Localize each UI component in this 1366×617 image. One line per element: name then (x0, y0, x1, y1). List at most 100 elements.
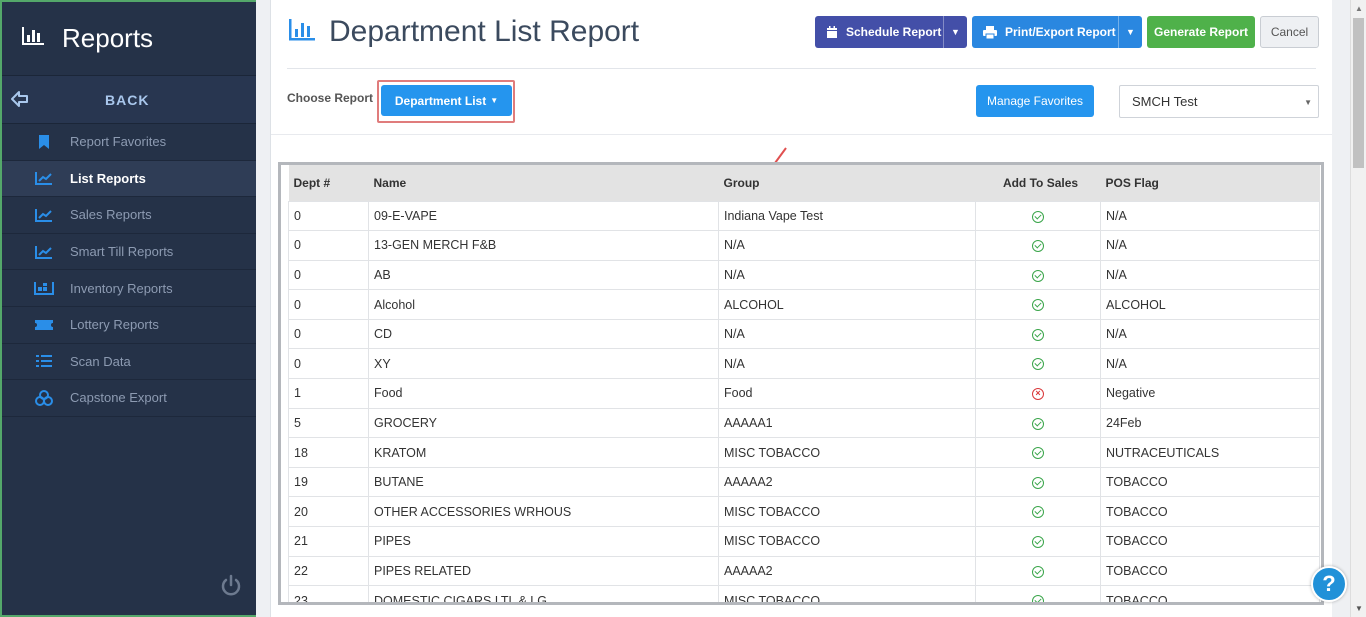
caret-down-icon: ▼ (1304, 98, 1312, 107)
column-header-pos-flag[interactable]: POS Flag (1100, 165, 1320, 201)
report-table-frame: Dept # Name Group Add To Sales POS Flag … (278, 162, 1324, 605)
schedule-report-button[interactable]: Schedule Report ▼ (815, 16, 967, 48)
print-export-button[interactable]: Print/Export Report ▼ (972, 16, 1142, 48)
cell-name: Food (368, 378, 719, 409)
sidebar-item-inventory-reports[interactable]: Inventory Reports (2, 270, 256, 307)
sidebar-item-scan-data[interactable]: Scan Data (2, 344, 256, 381)
cell-group: MISC TOBACCO (718, 496, 976, 528)
store-select[interactable]: SMCH Test ▼ (1119, 85, 1319, 118)
table-row[interactable]: 19 BUTANE AAAAA2 TOBACCO (288, 466, 1320, 498)
check-circle-icon (1032, 447, 1044, 460)
cell-name: CD (368, 318, 719, 350)
check-circle-icon (1032, 328, 1044, 341)
divider (271, 134, 1332, 135)
table-row[interactable]: 20 OTHER ACCESSORIES WRHOUS MISC TOBACCO TO… (288, 496, 1320, 528)
table-row[interactable]: 0 AB N/A N/A (288, 259, 1320, 291)
cell-group: Food (718, 378, 976, 409)
cell-dept: 5 (288, 407, 369, 439)
table-row[interactable]: 22 PIPES RELATED AAAAA2 TOBACCO (288, 555, 1320, 587)
table-row[interactable]: 23 DOMESTIC CIGARS LTL & LG MISC TOBACCO TO… (288, 585, 1320, 602)
caret-down-icon: ▼ (490, 96, 499, 105)
cell-group: N/A (718, 259, 976, 291)
scroll-up-icon[interactable]: ▲ (1355, 4, 1363, 13)
cell-dept: 0 (288, 200, 369, 232)
generate-report-button[interactable]: Generate Report (1147, 16, 1255, 48)
cell-pos-flag: TOBACCO (1100, 555, 1320, 587)
cell-add-to-sales (975, 348, 1101, 380)
table-row[interactable]: 0 Alcohol ALCOHOL ALCOHOL (288, 289, 1320, 320)
cell-dept: 0 (288, 230, 369, 261)
sidebar-header: Reports (2, 2, 256, 76)
power-icon[interactable] (220, 574, 242, 601)
cell-add-to-sales (975, 318, 1101, 350)
page-scrollbar[interactable]: ▲ ▼ (1350, 0, 1366, 617)
check-circle-icon (1032, 417, 1044, 430)
cell-pos-flag: TOBACCO (1100, 585, 1320, 602)
sidebar-item-capstone-export[interactable]: Capstone Export (2, 380, 256, 417)
cell-add-to-sales (975, 466, 1101, 498)
column-header-add-to-sales[interactable]: Add To Sales (975, 165, 1101, 201)
caret-down-icon[interactable]: ▼ (1118, 16, 1142, 48)
check-circle-icon (1032, 358, 1044, 371)
table-row[interactable]: 0 XY N/A N/A (288, 348, 1320, 380)
table-row[interactable]: 0 09-E-VAPE Indiana Vape Test N/A (288, 200, 1320, 232)
sidebar: Reports BACK Report Favorites List Repor… (0, 0, 256, 617)
sidebar-item-label: Smart Till Reports (70, 244, 174, 260)
cell-group: MISC TOBACCO (718, 585, 976, 602)
cell-add-to-sales (975, 289, 1101, 320)
cell-pos-flag: TOBACCO (1100, 496, 1320, 528)
check-circle-icon (1032, 210, 1044, 223)
table-row[interactable]: 21 PIPES MISC TOBACCO TOBACCO (288, 526, 1320, 557)
line-chart-icon (34, 170, 54, 186)
sidebar-item-label: List Reports (70, 170, 146, 186)
table-row[interactable]: 0 13-GEN MERCH F&B N/A N/A (288, 230, 1320, 261)
report-select-dropdown[interactable]: Department List ▼ (381, 85, 512, 116)
department-table: Dept # Name Group Add To Sales POS Flag … (288, 165, 1320, 602)
choose-report-label: Choose Report (287, 91, 374, 105)
cell-name: Alcohol (368, 289, 719, 320)
cell-group: AAAAA2 (718, 555, 976, 587)
bar-chart-icon (20, 25, 46, 52)
column-header-dept[interactable]: Dept # (288, 165, 369, 201)
cell-add-to-sales (975, 437, 1101, 468)
column-header-name[interactable]: Name (368, 165, 719, 201)
cell-dept: 0 (288, 348, 369, 380)
cell-dept: 21 (288, 526, 369, 557)
bar-chart-icon (287, 17, 317, 48)
sidebar-item-smart-till-reports[interactable]: Smart Till Reports (2, 234, 256, 271)
help-button[interactable]: ? (1311, 566, 1347, 602)
scrollbar-thumb[interactable] (1353, 18, 1364, 168)
warehouse-icon (34, 280, 54, 296)
sidebar-item-report-favorites[interactable]: Report Favorites (2, 124, 256, 161)
cell-pos-flag: NUTRACEUTICALS (1100, 437, 1320, 468)
manage-favorites-button[interactable]: Manage Favorites (976, 85, 1094, 117)
cell-add-to-sales (975, 585, 1101, 602)
column-header-group[interactable]: Group (718, 165, 976, 201)
bookmark-icon (34, 134, 54, 150)
cell-name: OTHER ACCESSORIES WRHOUS (368, 496, 719, 528)
back-button[interactable]: BACK (2, 76, 256, 124)
sidebar-item-lottery-reports[interactable]: Lottery Reports (2, 307, 256, 344)
table-row[interactable]: 18 KRATOM MISC TOBACCO NUTRACEUTICALS (288, 437, 1320, 468)
report-select-value: Department List (394, 93, 487, 108)
scroll-down-icon[interactable]: ▼ (1355, 604, 1363, 613)
table-row[interactable]: 0 CD N/A N/A (288, 318, 1320, 350)
table-row[interactable]: 5 GROCERY AAAAA1 24Feb (288, 407, 1320, 439)
schedule-report-label: Schedule Report (846, 25, 942, 39)
cell-dept: 0 (288, 318, 369, 350)
check-circle-icon (1032, 506, 1044, 519)
check-circle-icon (1032, 595, 1044, 602)
cell-name: 09-E-VAPE (368, 200, 719, 232)
cancel-button[interactable]: Cancel (1260, 16, 1319, 48)
check-circle-icon (1032, 299, 1044, 312)
cell-add-to-sales (975, 526, 1101, 557)
cell-dept: 18 (288, 437, 369, 468)
sidebar-item-list-reports[interactable]: List Reports (2, 160, 256, 198)
cell-pos-flag: N/A (1100, 200, 1320, 232)
sidebar-item-sales-reports[interactable]: Sales Reports (2, 197, 256, 234)
line-chart-icon (34, 244, 54, 260)
cell-group: N/A (718, 230, 976, 261)
table-row[interactable]: 1 Food Food × Negative (288, 378, 1320, 409)
sidebar-item-label: Report Favorites (70, 134, 167, 150)
caret-down-icon[interactable]: ▼ (943, 16, 967, 48)
